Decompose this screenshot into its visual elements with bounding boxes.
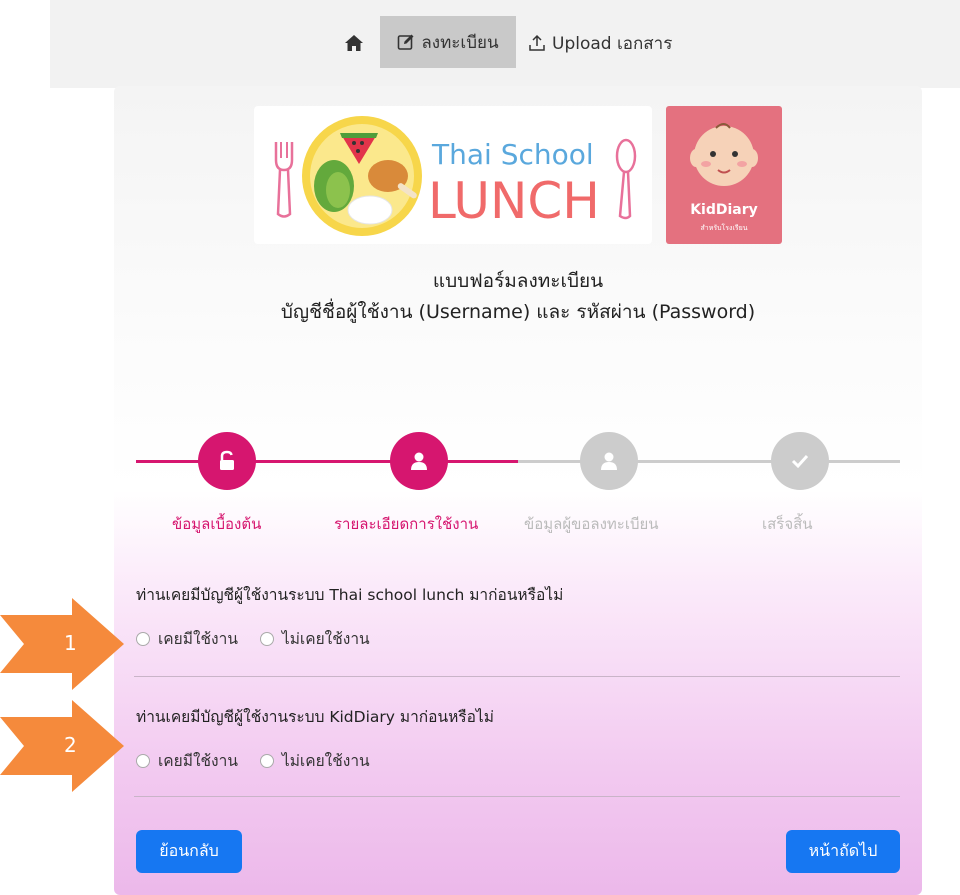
edit-icon xyxy=(398,34,414,50)
q2-option-no[interactable]: ไม่เคยใช้งาน xyxy=(259,748,370,773)
step-3-label: ข้อมูลผู้ขอลงทะเบียน xyxy=(524,515,659,533)
user-icon xyxy=(601,452,617,470)
user-icon xyxy=(411,452,427,470)
step-1-label: ข้อมูลเบื้องต้น xyxy=(172,515,262,533)
form-title-line2: บัญชีชื่อผู้ใช้งาน (Username) และ รหัสผ่… xyxy=(280,301,756,323)
tsl-line2: LUNCH xyxy=(428,172,600,230)
question-1-options: เคยมีใช้งาน ไม่เคยใช้งาน xyxy=(136,626,392,651)
unlock-icon xyxy=(220,450,234,470)
stepper-progress-line xyxy=(136,460,518,463)
form-title: แบบฟอร์มลงทะเบียน บัญชีชื่อผู้ใช้งาน (Us… xyxy=(114,266,922,328)
kiddiary-name: KidDiary xyxy=(690,202,758,218)
kiddiary-subtitle: สำหรับโรงเรียน xyxy=(700,224,748,232)
nav-register-label: ลงทะเบียน xyxy=(421,32,499,53)
annotation-arrow-1 xyxy=(0,598,124,690)
q2-option-yes-label: เคยมีใช้งาน xyxy=(158,752,238,770)
next-button[interactable]: หน้าถัดไป xyxy=(786,830,900,873)
q2-option-yes[interactable]: เคยมีใช้งาน xyxy=(136,748,238,773)
step-4-circle xyxy=(771,432,829,490)
q1-option-yes[interactable]: เคยมีใช้งาน xyxy=(136,626,238,651)
kiddiary-logo: KidDiary สำหรับโรงเรียน xyxy=(666,106,782,244)
home-icon[interactable] xyxy=(344,33,364,53)
q1-option-no-label: ไม่เคยใช้งาน xyxy=(281,630,370,648)
registration-card: Thai School LUNCH KidDiary สำหรับโรงเรีย… xyxy=(114,86,922,895)
step-4-label: เสร็จสิ้น xyxy=(762,515,813,533)
question-divider xyxy=(134,676,900,677)
step-1-circle xyxy=(198,432,256,490)
nav-upload-label: Upload เอกสาร xyxy=(552,33,673,54)
step-3-circle xyxy=(580,432,638,490)
thai-school-lunch-logo-graphic: Thai School LUNCH xyxy=(274,116,637,236)
q1-radio-yes[interactable] xyxy=(136,631,150,646)
q2-radio-yes[interactable] xyxy=(136,753,150,768)
nav-register-tab[interactable]: ลงทะเบียน xyxy=(380,16,516,68)
step-2-circle xyxy=(390,432,448,490)
back-button[interactable]: ย้อนกลับ xyxy=(136,830,242,873)
question-2-text: ท่านเคยมีบัญชีผู้ใช้งานระบบ KidDiary มาก… xyxy=(136,708,494,726)
nav-upload-tab[interactable]: Upload เอกสาร xyxy=(528,28,672,58)
question-1-text: ท่านเคยมีบัญชีผู้ใช้งานระบบ Thai school … xyxy=(136,586,564,604)
q1-option-yes-label: เคยมีใช้งาน xyxy=(158,630,238,648)
stepper-remaining-line xyxy=(518,460,900,463)
upload-icon xyxy=(529,34,545,51)
question-divider xyxy=(134,796,900,797)
q1-option-no[interactable]: ไม่เคยใช้งาน xyxy=(259,626,370,651)
question-2-options: เคยมีใช้งาน ไม่เคยใช้งาน xyxy=(136,748,392,773)
tsl-line1: Thai School xyxy=(431,138,594,171)
step-2-label: รายละเอียดการใช้งาน xyxy=(334,515,479,533)
annotation-number-2: 2 xyxy=(64,733,77,757)
q1-radio-no[interactable] xyxy=(259,631,274,646)
q2-radio-no[interactable] xyxy=(259,753,274,768)
form-title-line1: แบบฟอร์มลงทะเบียน xyxy=(432,270,604,292)
annotation-arrow-2 xyxy=(0,700,124,792)
q2-option-no-label: ไม่เคยใช้งาน xyxy=(281,752,370,770)
baby-face-icon xyxy=(690,123,758,186)
check-icon xyxy=(791,454,809,469)
thai-school-lunch-logo: Thai School LUNCH xyxy=(254,106,652,244)
top-navbar: ลงทะเบียน Upload เอกสาร xyxy=(50,0,960,88)
annotation-number-1: 1 xyxy=(64,631,77,655)
